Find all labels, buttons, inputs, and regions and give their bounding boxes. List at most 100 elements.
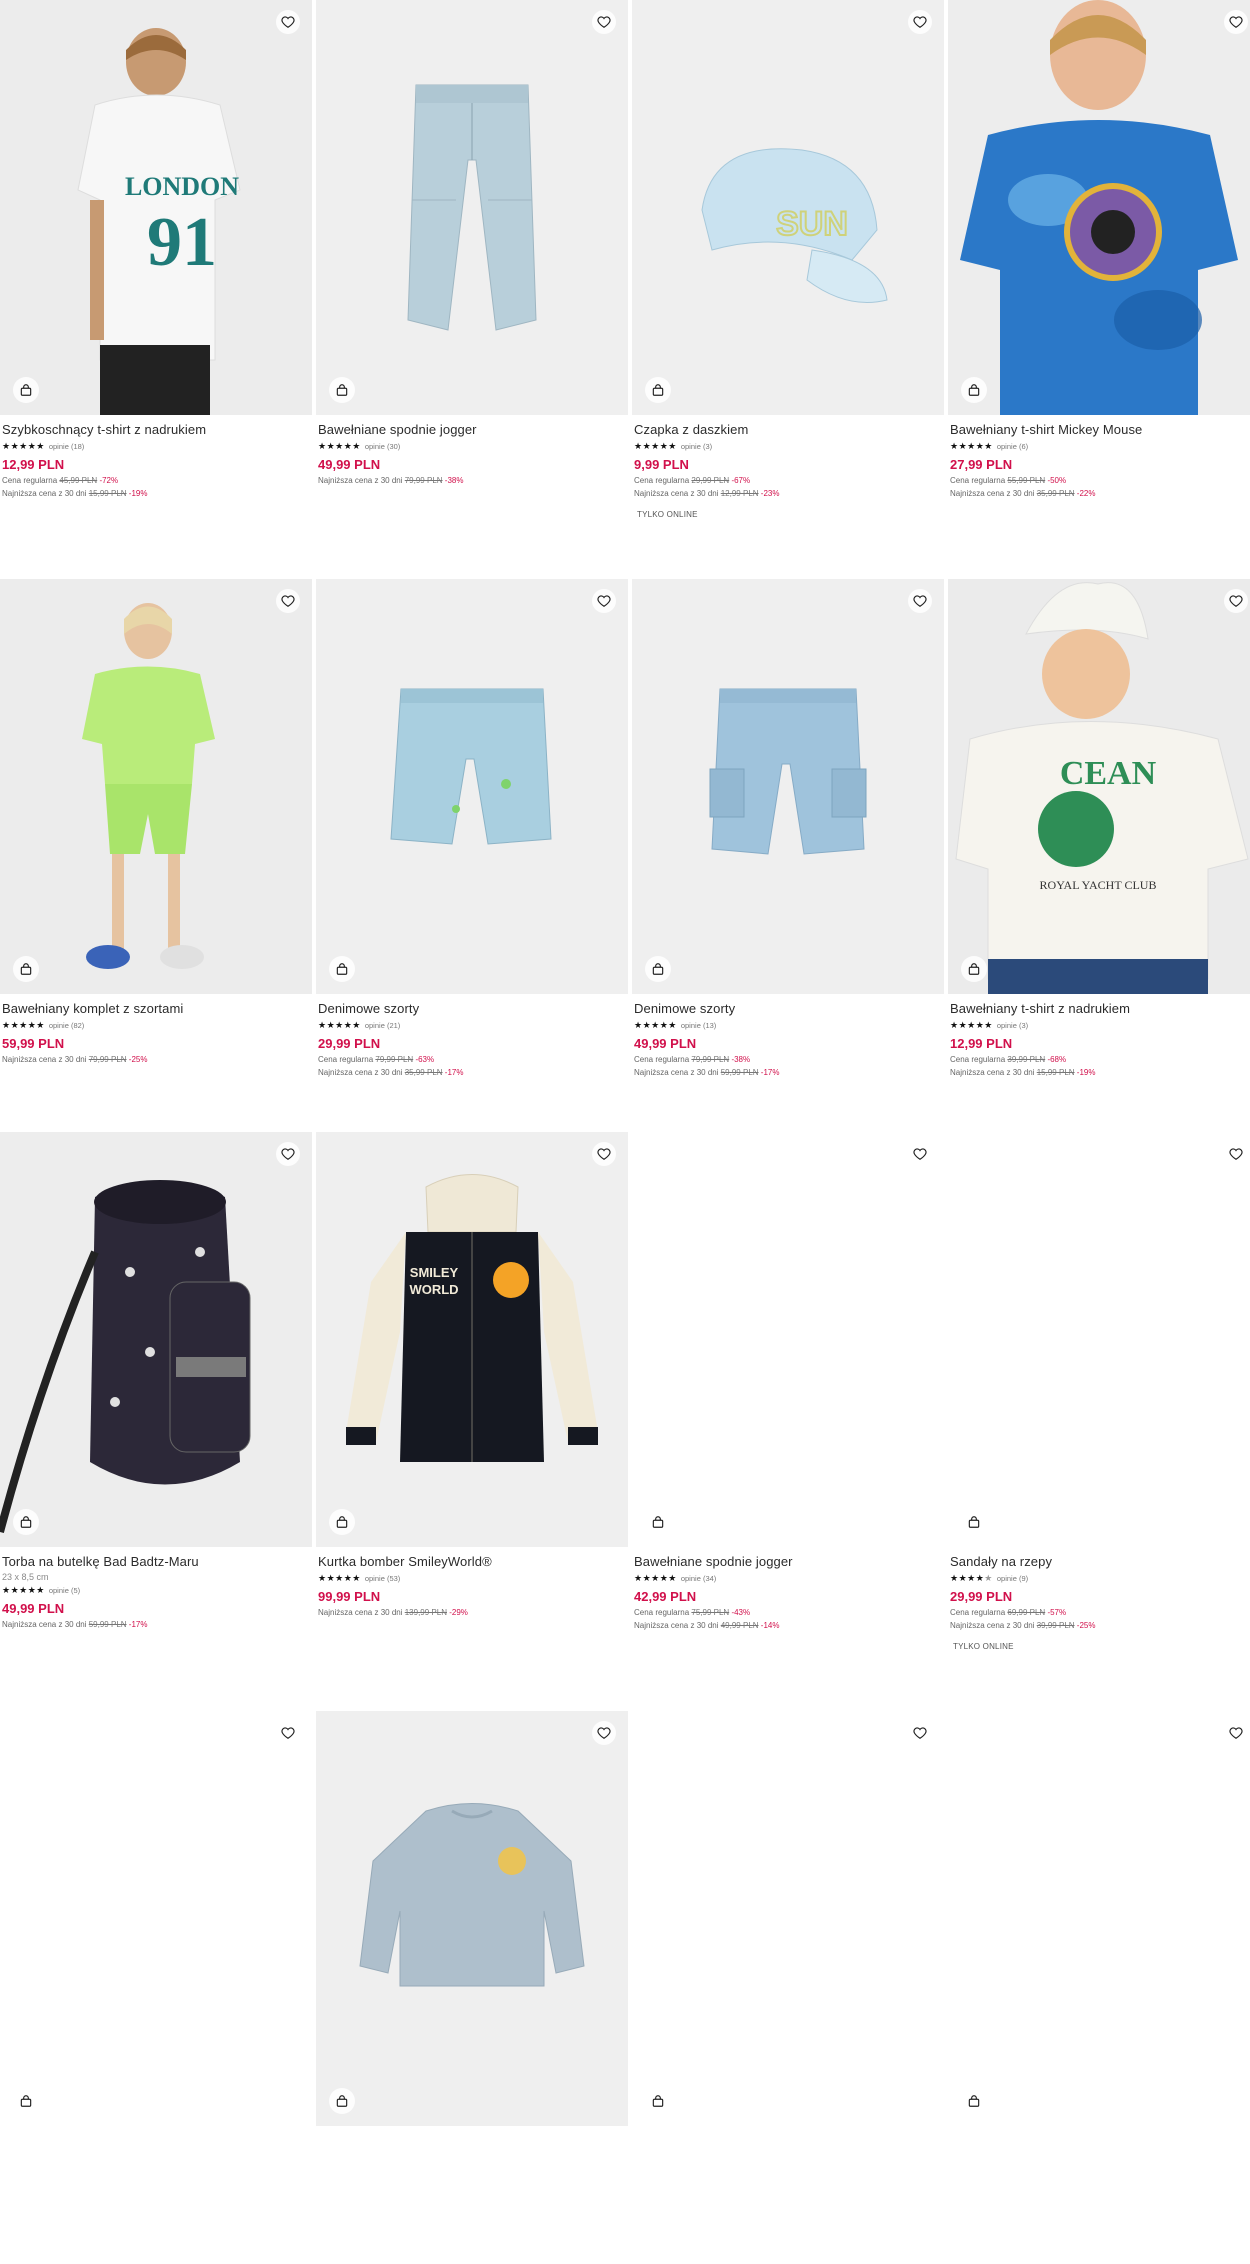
shopping-bag-icon [652,2095,664,2107]
product-image[interactable]: SUN [632,0,944,415]
product-card[interactable]: Denimowe szorty ★★★★★ opinie (21) 29,99 P… [316,579,628,1077]
product-photo-bomber-jacket: SMILEY WORLD [316,1132,628,1547]
add-to-cart-button[interactable] [13,377,39,403]
reviews-count: opinie (82) [48,1020,85,1030]
rating: ★★★★★ opinie (18) [2,441,310,451]
regular-price-line: Cena regularna 29,99 PLN -67% [634,476,751,485]
favorite-button[interactable] [1224,1721,1248,1745]
product-card[interactable]: SMILEY WORLD Kurtka bomber SmileyWorld® … [316,1132,628,1617]
product-card[interactable] [0,1711,312,2126]
product-card[interactable]: Sandały na rzepy ★★★★★ opinie (9) 29,99 P… [948,1132,1250,1651]
product-image[interactable]: SMILEY WORLD [316,1132,628,1547]
product-card[interactable]: Bawełniany t-shirt Mickey Mouse ★★★★★ opi… [948,0,1250,498]
product-card[interactable]: CEAN ROYAL YACHT CLUB Bawełniany t-shirt… [948,579,1250,1077]
lowest-price-line: Najniższa cena z 30 dni 139,99 PLN -29% [318,1608,468,1617]
add-to-cart-button[interactable] [329,377,355,403]
favorite-button[interactable] [592,1721,616,1745]
svg-text:ROYAL YACHT CLUB: ROYAL YACHT CLUB [1040,878,1157,892]
add-to-cart-button[interactable] [329,1509,355,1535]
reviews-count: opinie (6) [996,441,1029,451]
add-to-cart-button[interactable] [13,1509,39,1535]
product-card[interactable]: Bawełniany komplet z szortami ★★★★★ opini… [0,579,312,1064]
favorite-button[interactable] [276,10,300,34]
product-card[interactable]: SUN Czapka z daszkiem ★★★★★ opinie (3) 9,… [632,0,944,519]
favorite-button[interactable] [908,589,932,613]
star-icon: ★★★★★ [318,1573,361,1583]
add-to-cart-button[interactable] [329,956,355,982]
product-card[interactable]: Bawełniane spodnie jogger ★★★★★ opinie (3… [316,0,628,485]
product-image[interactable] [948,0,1250,415]
favorite-button[interactable] [1224,1142,1248,1166]
product-name[interactable]: Bawełniany komplet z szortami [2,1001,310,1017]
shopping-bag-icon [968,1516,980,1528]
product-name[interactable]: Denimowe szorty [318,1001,626,1017]
add-to-cart-button[interactable] [961,1509,987,1535]
favorite-button[interactable] [592,589,616,613]
product-image[interactable] [0,1711,312,2126]
lowest-price-line: Najniższa cena z 30 dni 15,99 PLN -19% [950,1068,1096,1077]
add-to-cart-button[interactable] [961,377,987,403]
product-image[interactable] [948,1132,1250,1547]
product-name[interactable]: Bawełniany t-shirt Mickey Mouse [950,422,1250,438]
product-card[interactable]: Bawełniane spodnie jogger ★★★★★ opinie (3… [632,1132,944,1630]
shopping-bag-icon [968,963,980,975]
favorite-button[interactable] [276,1721,300,1745]
product-name[interactable]: Bawełniane spodnie jogger [318,422,626,438]
rating: ★★★★★ opinie (21) [318,1020,626,1030]
product-image[interactable] [0,1132,312,1547]
product-image[interactable] [632,1711,944,2126]
product-name[interactable]: Torba na butelkę Bad Badtz-Maru [2,1554,310,1570]
product-card[interactable]: Torba na butelkę Bad Badtz-Maru 23 x 8,5… [0,1132,312,1629]
product-image[interactable] [316,0,628,415]
product-card[interactable]: Denimowe szorty ★★★★★ opinie (13) 49,99 P… [632,579,944,1077]
add-to-cart-button[interactable] [645,2088,671,2114]
product-card[interactable] [632,1711,944,2126]
reviews-count: opinie (34) [680,1573,717,1583]
add-to-cart-button[interactable] [645,1509,671,1535]
product-name[interactable]: Denimowe szorty [634,1001,942,1017]
reviews-count: opinie (21) [364,1020,401,1030]
favorite-button[interactable] [908,1142,932,1166]
favorite-button[interactable] [276,589,300,613]
add-to-cart-button[interactable] [961,956,987,982]
star-icon: ★★★★★ [950,441,993,451]
product-card[interactable] [948,1711,1250,2126]
add-to-cart-button[interactable] [13,956,39,982]
product-name[interactable]: Sandały na rzepy [950,1554,1250,1570]
add-to-cart-button[interactable] [961,2088,987,2114]
product-name[interactable]: Bawełniane spodnie jogger [634,1554,942,1570]
add-to-cart-button[interactable] [645,956,671,982]
product-image[interactable]: CEAN ROYAL YACHT CLUB [948,579,1250,994]
favorite-button[interactable] [276,1142,300,1166]
product-name[interactable]: Bawełniany t-shirt z nadrukiem [950,1001,1250,1017]
favorite-button[interactable] [908,1721,932,1745]
product-name[interactable]: Kurtka bomber SmileyWorld® [318,1554,626,1570]
product-card[interactable]: LONDON 91 Szybkoschnący t-shirt z nadruk… [0,0,312,498]
favorite-button[interactable] [1224,589,1248,613]
product-image[interactable] [0,579,312,994]
shopping-bag-icon [336,963,348,975]
product-name[interactable]: Czapka z daszkiem [634,422,942,438]
favorite-button[interactable] [908,10,932,34]
regular-price-line: Cena regularna 79,99 PLN -63% [318,1055,435,1064]
product-image[interactable] [316,579,628,994]
product-image[interactable] [632,579,944,994]
product-name[interactable]: Szybkoschnący t-shirt z nadrukiem [2,422,310,438]
rating: ★★★★★ opinie (6) [950,441,1250,451]
product-card[interactable] [316,1711,628,2126]
product-image[interactable] [316,1711,628,2126]
product-image[interactable] [632,1132,944,1547]
heart-icon [597,1727,611,1739]
lowest-price-line: Najniższa cena z 30 dni 39,99 PLN -25% [950,1621,1096,1630]
product-image[interactable] [948,1711,1250,2126]
favorite-button[interactable] [592,1142,616,1166]
product-image[interactable]: LONDON 91 [0,0,312,415]
add-to-cart-button[interactable] [329,2088,355,2114]
product-photo-cargo-denim-shorts [632,579,944,994]
add-to-cart-button[interactable] [13,2088,39,2114]
heart-icon [1229,595,1243,607]
add-to-cart-button[interactable] [645,377,671,403]
favorite-button[interactable] [1224,10,1248,34]
regular-price-line: Cena regularna 45,99 PLN -72% [2,476,119,485]
favorite-button[interactable] [592,10,616,34]
